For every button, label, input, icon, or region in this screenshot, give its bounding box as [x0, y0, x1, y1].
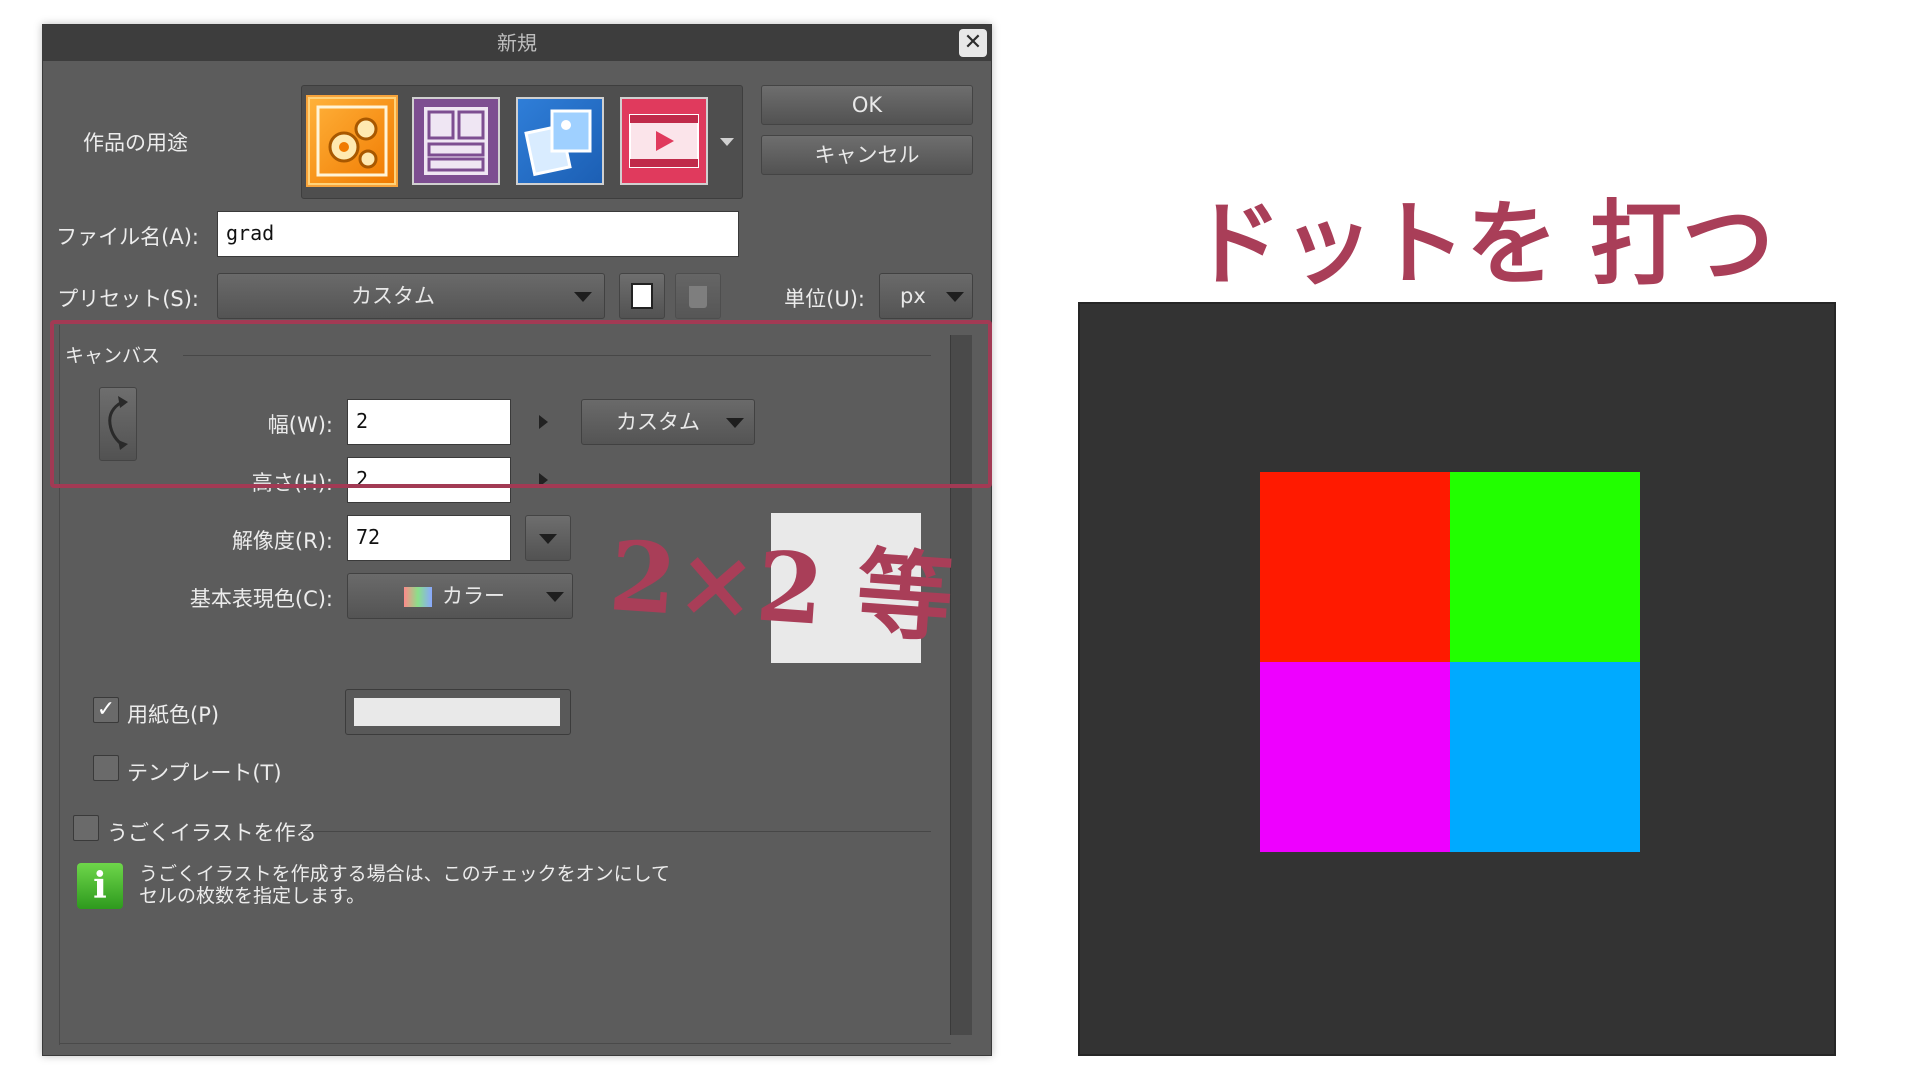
chevron-down-icon: [946, 292, 964, 302]
canvas-size-highlight: [50, 320, 992, 488]
filename-label: ファイル名(A):: [56, 225, 199, 249]
comic-panels-icon: [424, 107, 488, 175]
paper-color-label: 用紙色(P): [127, 703, 220, 727]
illustration-icon[interactable]: [308, 97, 396, 185]
animated-illustration-checkbox[interactable]: [73, 815, 99, 841]
preset-value: カスタム: [351, 284, 435, 308]
delete-preset-button[interactable]: [675, 273, 721, 319]
save-preset-button[interactable]: [619, 273, 665, 319]
color-swatch-icon: [404, 587, 432, 607]
unit-value: px: [900, 284, 926, 308]
trash-icon: [689, 286, 707, 308]
preset-label: プリセット(S):: [57, 287, 199, 311]
info-icon: i: [77, 863, 123, 909]
usage-expand-icon[interactable]: [720, 138, 734, 146]
size-annotation: 2×2 等: [605, 519, 957, 656]
gear-icon: [316, 105, 388, 177]
animation-icon[interactable]: [620, 97, 708, 185]
paper-color-checkbox[interactable]: ✓: [93, 697, 119, 723]
info-text-line2: セルの枚数を指定します。: [139, 885, 366, 907]
pixel-top-left: [1260, 472, 1450, 662]
resolution-dropdown-button[interactable]: [525, 515, 571, 561]
panel-border: [59, 1043, 951, 1044]
film-icon: [629, 114, 699, 168]
close-icon[interactable]: ✕: [959, 29, 987, 57]
chevron-down-icon: [546, 592, 564, 602]
template-checkbox[interactable]: [93, 755, 119, 781]
comic-icon[interactable]: [412, 97, 500, 185]
dot-annotation: ドットを 打つ: [1190, 190, 1775, 298]
document-icon: [631, 283, 653, 309]
pixel-bottom-right: [1450, 662, 1640, 852]
pixel-top-right: [1450, 472, 1640, 662]
section-divider: [303, 831, 931, 832]
pixel-preview-canvas: [1078, 302, 1836, 1056]
unit-label: 単位(U):: [784, 287, 865, 311]
paper-color-swatch: [354, 698, 560, 726]
usage-label: 作品の用途: [83, 131, 188, 155]
color-mode-value: カラー: [442, 584, 505, 608]
resolution-input[interactable]: 72: [347, 515, 511, 561]
cancel-button[interactable]: キャンセル: [761, 135, 973, 175]
paper-color-button[interactable]: [345, 689, 571, 735]
dialog-title: 新規: [497, 31, 537, 55]
pixel-bottom-left: [1260, 662, 1450, 852]
all-purpose-icon[interactable]: [516, 97, 604, 185]
usage-selector: [301, 85, 743, 199]
chevron-down-icon: [574, 292, 592, 302]
color-mode-label: 基本表現色(C):: [189, 587, 333, 611]
resolution-label: 解像度(R):: [231, 529, 333, 553]
color-mode-select[interactable]: カラー: [347, 573, 573, 619]
filename-input[interactable]: grad: [217, 211, 739, 257]
template-label: テンプレート(T): [127, 761, 282, 785]
unit-select[interactable]: px: [879, 273, 973, 319]
animated-illustration-label: うごくイラストを作る: [107, 821, 317, 845]
preset-select[interactable]: カスタム: [217, 273, 605, 319]
dialog-titlebar: 新規: [43, 25, 991, 61]
chevron-down-icon: [539, 534, 557, 544]
ok-button[interactable]: OK: [761, 85, 973, 125]
photos-icon: [524, 109, 592, 177]
